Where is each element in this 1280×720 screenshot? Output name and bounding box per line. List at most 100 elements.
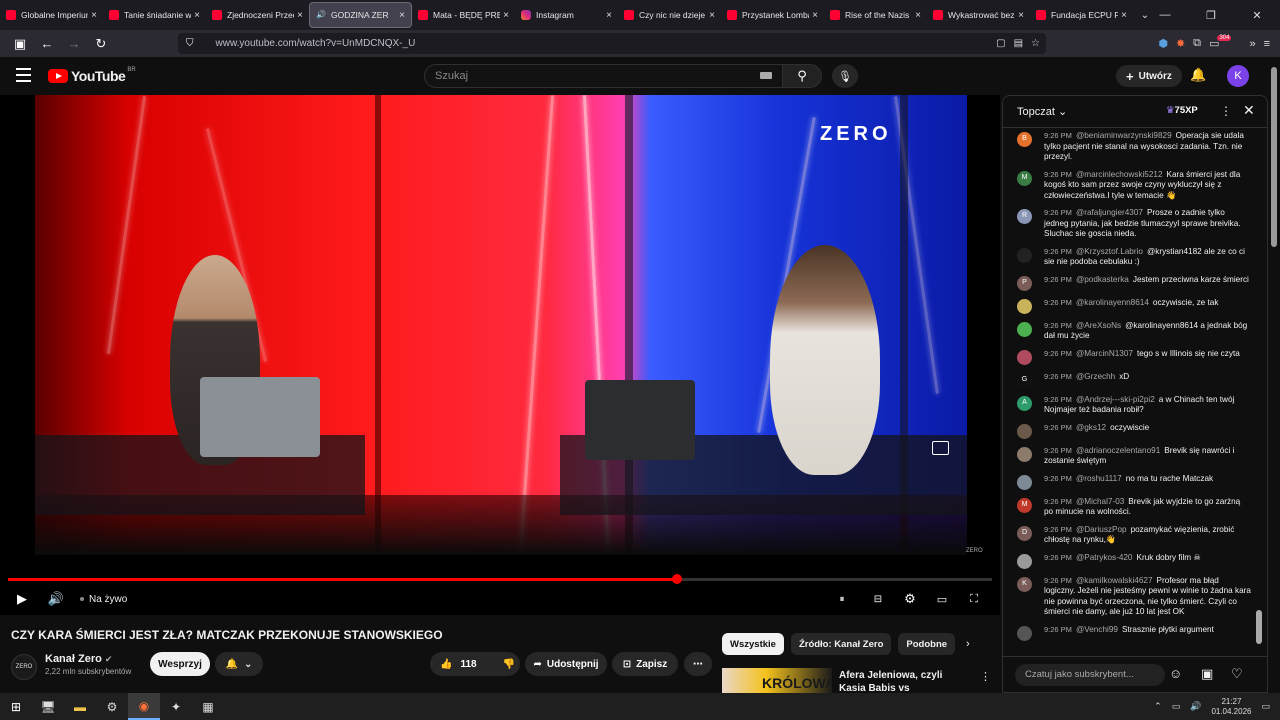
more-actions-button[interactable]: ⋯ bbox=[684, 652, 712, 676]
volume-icon[interactable]: 🔊 bbox=[48, 591, 64, 607]
super-chat-icon[interactable]: ▣ bbox=[1201, 666, 1213, 682]
close-tab-icon[interactable]: × bbox=[1018, 10, 1024, 21]
back-icon[interactable]: ← bbox=[35, 32, 59, 56]
heart-icon[interactable]: ♡ bbox=[1231, 666, 1243, 682]
wolf-app-icon[interactable]: ✦ bbox=[160, 693, 192, 720]
chat-avatar[interactable] bbox=[1017, 321, 1032, 337]
browser-tab[interactable]: Przystanek Lomba × bbox=[721, 0, 824, 30]
like-button[interactable]: 👍 118 👎 bbox=[430, 652, 520, 676]
file-explorer-icon[interactable]: ▬ bbox=[64, 693, 96, 720]
chat-author[interactable]: @DariuszPop bbox=[1076, 525, 1127, 534]
play-icon[interactable]: ▶ bbox=[14, 591, 30, 607]
close-tab-icon[interactable]: × bbox=[709, 10, 715, 21]
chat-author[interactable]: @kamilkowalski4627 bbox=[1076, 576, 1153, 585]
chip-similar[interactable]: Podobne bbox=[898, 633, 956, 655]
chat-avatar[interactable]: B bbox=[1017, 132, 1032, 147]
chat-message[interactable]: M 9:26 PM @Michal7-03 Brevik jak wyjdzie to… bbox=[1003, 495, 1259, 520]
support-button[interactable]: Wesprzyj bbox=[150, 652, 210, 676]
chat-message[interactable]: 9:26 PM @roshu1117 no ma tu rache Matczak bbox=[1003, 472, 1259, 492]
chat-author[interactable]: @AreXsoNs bbox=[1076, 321, 1121, 330]
chat-avatar[interactable] bbox=[1017, 474, 1032, 490]
account-avatar[interactable]: K bbox=[1227, 65, 1249, 87]
create-button[interactable]: + Utwórz bbox=[1116, 65, 1182, 87]
browser-tab[interactable]: Czy nic nie dzieje s × bbox=[618, 0, 721, 30]
restore-icon[interactable]: ❐ bbox=[1188, 0, 1234, 30]
chip-source[interactable]: Źródło: Kanał Zero bbox=[790, 633, 892, 655]
chat-avatar[interactable] bbox=[1017, 553, 1032, 569]
close-tab-icon[interactable]: × bbox=[91, 10, 97, 21]
speaker-tray-icon[interactable]: 🔊 bbox=[1190, 701, 1201, 712]
chat-message[interactable]: B 9:26 PM @beniaminwarzynski9829 Operacja s… bbox=[1003, 129, 1259, 165]
keyboard-icon[interactable] bbox=[760, 72, 772, 79]
chat-avatar[interactable]: M bbox=[1017, 170, 1032, 186]
chat-avatar[interactable]: K bbox=[1017, 576, 1032, 592]
miniplayer-icon[interactable] bbox=[932, 441, 949, 455]
chat-message[interactable]: A 9:26 PM @Andrzej---ski-pi2pi2 a w Chinach… bbox=[1003, 393, 1259, 418]
browser-tab[interactable]: Globalne Imperium × bbox=[0, 0, 103, 30]
fullscreen-icon[interactable]: ⛶ bbox=[966, 593, 982, 606]
search-input[interactable]: Szukaj bbox=[424, 64, 784, 88]
app-menu-icon[interactable]: ≡ bbox=[1264, 38, 1270, 50]
chat-message[interactable]: 9:26 PM @adrianoczelentano91 Brevik się na… bbox=[1003, 444, 1259, 469]
channel-avatar[interactable]: ZERO bbox=[11, 654, 37, 680]
chip-all[interactable]: Wszystkie bbox=[722, 633, 784, 655]
dislike-icon[interactable]: 👎 bbox=[503, 659, 515, 670]
chat-author[interactable]: @marcinlechowski5212 bbox=[1076, 170, 1163, 179]
close-tab-icon[interactable]: × bbox=[915, 10, 921, 21]
theater-mode-icon[interactable]: ▭ bbox=[934, 593, 950, 606]
notifications-icon[interactable]: 🔔 bbox=[1190, 67, 1206, 83]
pause-toggle-icon[interactable]: ⏸ bbox=[834, 594, 850, 605]
bookmark-star-icon[interactable]: ☆ bbox=[1031, 38, 1040, 49]
chat-message[interactable]: G 9:26 PM @Grzechh xD bbox=[1003, 370, 1259, 390]
notification-bell-button[interactable]: 🔔 ⌄ bbox=[215, 652, 263, 676]
overflow-chevron-icon[interactable]: » bbox=[1249, 38, 1255, 50]
chat-menu-icon[interactable]: ⋮ bbox=[1220, 104, 1232, 118]
chat-author[interactable]: @Grzechh bbox=[1076, 372, 1115, 381]
minimize-icon[interactable]: — bbox=[1142, 0, 1188, 30]
chat-avatar[interactable] bbox=[1017, 423, 1032, 439]
settings-gear-icon[interactable]: ⚙ bbox=[902, 591, 918, 607]
chat-message[interactable]: 9:26 PM @Venchi99 Strasznie płytki argumen… bbox=[1003, 623, 1259, 643]
clock[interactable]: 21:27 01.04.2026 bbox=[1211, 697, 1251, 717]
chat-input[interactable]: Czatuj jako subskrybent... bbox=[1015, 664, 1165, 686]
chat-message[interactable]: 9:26 PM @karolinayenn8614 oczywiscie, ze t… bbox=[1003, 296, 1259, 316]
chat-author[interactable]: @Michal7-03 bbox=[1076, 497, 1124, 506]
reader-icon[interactable]: ▤ bbox=[1014, 38, 1023, 49]
chat-avatar[interactable] bbox=[1017, 446, 1032, 462]
reload-icon[interactable]: ↻ bbox=[89, 32, 113, 56]
browser-tab[interactable]: Wykastrować bez × bbox=[927, 0, 1030, 30]
xp-badge[interactable]: ♛75XP bbox=[1166, 105, 1198, 116]
close-tab-icon[interactable]: × bbox=[606, 10, 612, 21]
chat-mode-dropdown[interactable]: Topczat ⌄ bbox=[1017, 105, 1067, 118]
close-tab-icon[interactable]: × bbox=[1121, 10, 1127, 21]
windows-start-icon[interactable]: ⊞ bbox=[0, 693, 32, 720]
chat-scrollbar[interactable] bbox=[1256, 610, 1262, 644]
network-icon[interactable]: ▭ bbox=[1172, 701, 1181, 712]
firefox-icon[interactable]: ◉ bbox=[128, 693, 160, 720]
chat-message[interactable]: 9:26 PM @gks12 oczywiscie bbox=[1003, 421, 1259, 441]
youtube-logo[interactable]: YouTube BR bbox=[48, 67, 136, 84]
chat-avatar[interactable]: A bbox=[1017, 395, 1032, 411]
chat-message[interactable]: R 9:26 PM @rafaljungier4307 Prosze o zadnie… bbox=[1003, 206, 1259, 242]
chat-avatar[interactable] bbox=[1017, 247, 1032, 263]
chat-avatar[interactable]: M bbox=[1017, 497, 1032, 513]
emoji-icon[interactable]: ☺ bbox=[1169, 666, 1182, 681]
chat-avatar[interactable]: R bbox=[1017, 209, 1032, 224]
chat-message[interactable]: M 9:26 PM @marcinlechowski5212 Kara śmierci… bbox=[1003, 168, 1259, 204]
close-tab-icon[interactable]: × bbox=[194, 10, 200, 21]
chat-message[interactable]: 9:26 PM @AreXsoNs @karolinayenn8614 a jedn… bbox=[1003, 319, 1259, 344]
browser-tab[interactable]: Fundacja ECPU Po × bbox=[1030, 0, 1133, 30]
close-chat-icon[interactable]: ✕ bbox=[1243, 102, 1255, 119]
channel-name[interactable]: Kanał Zero ✔ bbox=[45, 653, 112, 665]
chat-message[interactable]: 9:26 PM @MarcinN1307 tego s w Illinois się… bbox=[1003, 347, 1259, 367]
close-tab-icon[interactable]: × bbox=[399, 10, 405, 21]
forward-icon[interactable]: → bbox=[62, 32, 86, 56]
chat-message[interactable]: P 9:26 PM @podkasterka Jestem przeciwna kar… bbox=[1003, 273, 1259, 293]
subtitles-icon[interactable]: ⊟ bbox=[870, 594, 886, 605]
chat-message[interactable]: K 9:26 PM @kamilkowalski4627 Profesor ma bł… bbox=[1003, 574, 1259, 620]
related-thumbnail[interactable]: KRÓLOWA bbox=[722, 668, 832, 695]
chat-avatar[interactable] bbox=[1017, 349, 1032, 365]
chat-author[interactable]: @Andrzej---ski-pi2pi2 bbox=[1076, 395, 1155, 404]
monitor-app-icon[interactable]: 🖥 bbox=[32, 693, 64, 720]
chat-avatar[interactable] bbox=[1017, 298, 1032, 314]
